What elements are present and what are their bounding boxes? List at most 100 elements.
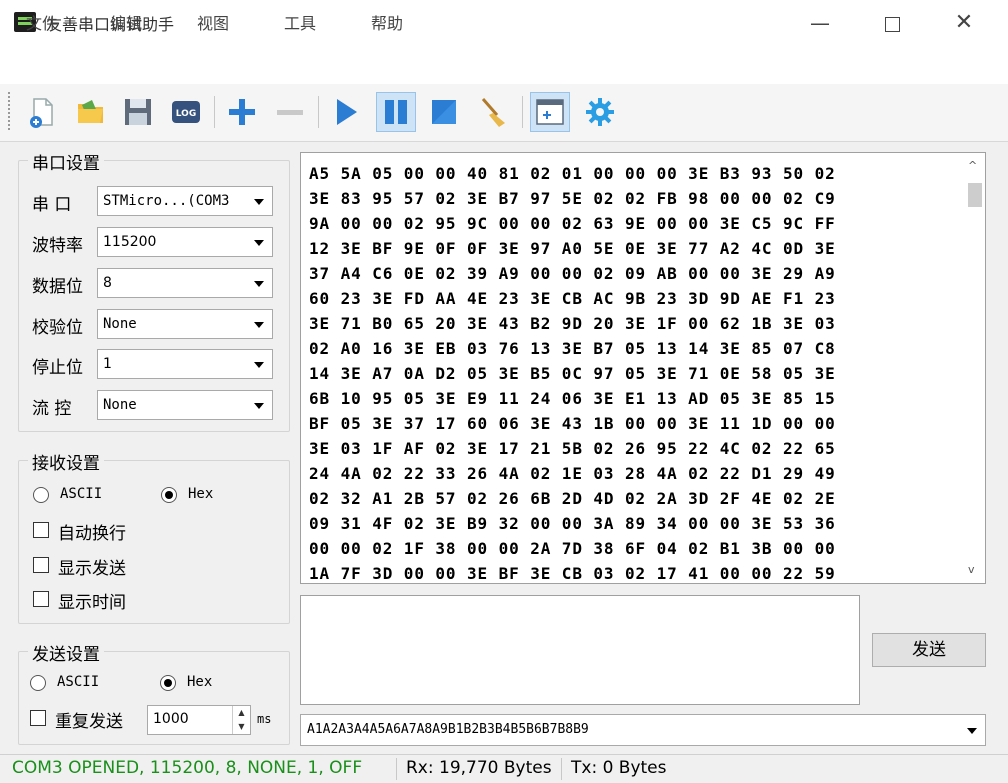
send-hex-label: Hex (187, 674, 213, 690)
stopbits-select-value: 1 (103, 356, 112, 372)
port-label: 串 口 (32, 195, 72, 215)
databits-label: 数据位 (32, 277, 83, 297)
receive-line: 02 A0 16 3E EB 03 76 13 3E B7 05 13 14 3… (309, 339, 836, 358)
send-history-value: A1A2A3A4A5A6A7A8A9B1B2B3B4B5B6B7B8B9 (307, 722, 589, 737)
interval-stepper[interactable]: 1000 ▲ ▼ (147, 705, 251, 735)
receive-line: 6B 10 95 05 3E E9 11 24 06 3E E1 13 AD 0… (309, 389, 836, 408)
receive-line: 9A 00 00 02 95 9C 00 00 02 63 9E 00 00 3… (309, 214, 836, 233)
receive-line: 00 00 02 1F 38 00 00 2A 7D 38 6F 04 02 B… (309, 539, 836, 558)
chevron-down-icon[interactable]: v (968, 563, 975, 576)
chevron-down-icon (254, 362, 264, 368)
stop-icon[interactable] (424, 92, 464, 132)
settings-gear-icon[interactable] (580, 92, 620, 132)
receive-line: 37 A4 C6 0E 02 39 A9 00 00 02 09 AB 00 0… (309, 264, 836, 283)
stopbits-label: 停止位 (32, 358, 83, 378)
chevron-down-icon (254, 403, 264, 409)
interval-value: 1000 (153, 711, 189, 727)
show-time-label: 显示时间 (58, 593, 126, 613)
baud-label: 波特率 (32, 236, 83, 256)
rx-count: Rx: 19,770 Bytes (406, 758, 552, 778)
auto-wrap-checkbox[interactable] (33, 522, 49, 538)
chevron-up-icon[interactable]: ^ (968, 159, 977, 172)
save-icon[interactable] (118, 92, 158, 132)
receive-line: 3E 03 1F AF 02 3E 17 21 5B 02 26 95 22 4… (309, 439, 836, 458)
toolbar-separator (522, 96, 523, 128)
auto-wrap-label: 自动换行 (58, 524, 126, 544)
minimize-button[interactable]: — (797, 6, 843, 40)
send-history-select[interactable]: A1A2A3A4A5A6A7A8A9B1B2B3B4B5B6B7B8B9 (300, 714, 986, 746)
menu-edit[interactable]: 编辑 (110, 10, 142, 34)
receive-line: 60 23 3E FD AA 4E 23 3E CB AC 9B 23 3D 9… (309, 289, 836, 308)
chevron-down-icon (254, 281, 264, 287)
open-folder-icon[interactable] (70, 92, 110, 132)
pause-icon[interactable] (376, 92, 416, 132)
receive-line: 12 3E BF 9E 0F 0F 3E 97 A0 5E 0E 3E 77 A… (309, 239, 836, 258)
receive-line: BF 05 3E 37 17 60 06 3E 43 1B 00 00 3E 1… (309, 414, 836, 433)
stepper-arrows-icon[interactable]: ▲ ▼ (232, 706, 250, 734)
send-hex-radio[interactable] (160, 675, 176, 691)
port-select[interactable]: STMicro...(COM3 (97, 186, 273, 216)
chevron-down-icon (967, 728, 977, 734)
receive-text-area[interactable]: A5 5A 05 00 00 40 81 02 01 00 00 00 3E B… (300, 152, 986, 584)
scrollbar-thumb[interactable] (968, 183, 982, 207)
show-time-checkbox[interactable] (33, 591, 49, 607)
interval-unit: ms (257, 712, 272, 726)
show-send-checkbox[interactable] (33, 557, 49, 573)
receive-line: A5 5A 05 00 00 40 81 02 01 00 00 00 3E B… (309, 164, 836, 183)
repeat-send-checkbox[interactable] (30, 710, 46, 726)
status-separator (561, 758, 562, 780)
menu-view[interactable]: 视图 (197, 10, 229, 34)
log-icon-text: LOG (176, 109, 196, 119)
baud-select[interactable]: 115200 (97, 227, 273, 257)
parity-select[interactable]: None (97, 309, 273, 339)
toolbar-separator (318, 96, 319, 128)
flow-select[interactable]: None (97, 390, 273, 420)
close-button[interactable]: ✕ (941, 6, 987, 40)
remove-icon[interactable] (270, 92, 310, 132)
port-settings-title: 串口设置 (28, 149, 104, 174)
send-ascii-radio[interactable] (30, 675, 46, 691)
status-separator (396, 758, 397, 780)
chevron-down-icon (254, 240, 264, 246)
maximize-button[interactable] (869, 6, 915, 40)
parity-select-value: None (103, 316, 137, 332)
send-text-area[interactable] (300, 595, 860, 705)
send-button[interactable]: 发送 (872, 633, 986, 667)
menu-tools[interactable]: 工具 (284, 10, 316, 34)
receive-ascii-label: ASCII (60, 486, 103, 502)
repeat-send-label: 重复发送 (55, 712, 123, 732)
receive-line: 3E 83 95 57 02 3E B7 97 5E 02 02 FB 98 0… (309, 189, 836, 208)
new-window-icon[interactable] (530, 92, 570, 132)
receive-ascii-radio[interactable] (33, 487, 49, 503)
receive-hex-label: Hex (188, 486, 214, 502)
flow-label: 流 控 (32, 399, 72, 419)
receive-hex-radio[interactable] (161, 487, 177, 503)
send-settings-title: 发送设置 (28, 640, 104, 665)
show-send-label: 显示发送 (58, 559, 126, 579)
toolbar-grip (8, 92, 12, 130)
log-icon[interactable]: LOG (166, 92, 206, 132)
connection-status: COM3 OPENED, 115200, 8, NONE, 1, OFF (12, 758, 363, 778)
parity-label: 校验位 (32, 318, 83, 338)
receive-scrollbar[interactable]: ^ v (963, 153, 985, 583)
flow-select-value: None (103, 397, 137, 413)
databits-select[interactable]: 8 (97, 268, 273, 298)
chevron-down-icon (254, 199, 264, 205)
add-icon[interactable] (222, 92, 262, 132)
menu-help[interactable]: 帮助 (371, 10, 403, 34)
send-ascii-label: ASCII (57, 674, 100, 690)
baud-select-value: 115200 (103, 234, 157, 250)
stopbits-select[interactable]: 1 (97, 349, 273, 379)
menu-bar (0, 46, 1008, 84)
receive-line: 1A 7F 3D 00 00 3E BF 3E CB 03 02 17 41 0… (309, 564, 836, 581)
new-file-icon[interactable] (22, 92, 62, 132)
receive-line: 02 32 A1 2B 57 02 26 6B 2D 4D 02 2A 3D 2… (309, 489, 836, 508)
receive-hex-data: A5 5A 05 00 00 40 81 02 01 00 00 00 3E B… (309, 161, 959, 581)
menu-file[interactable]: 文件 (26, 10, 58, 34)
receive-line: 09 31 4F 02 3E B9 32 00 00 3A 89 34 00 0… (309, 514, 836, 533)
maximize-icon (884, 17, 900, 32)
broom-icon[interactable] (474, 92, 514, 132)
play-icon[interactable] (326, 92, 366, 132)
receive-line: 3E 71 B0 65 20 3E 43 B2 9D 20 3E 1F 00 6… (309, 314, 836, 333)
toolbar-separator (214, 96, 215, 128)
